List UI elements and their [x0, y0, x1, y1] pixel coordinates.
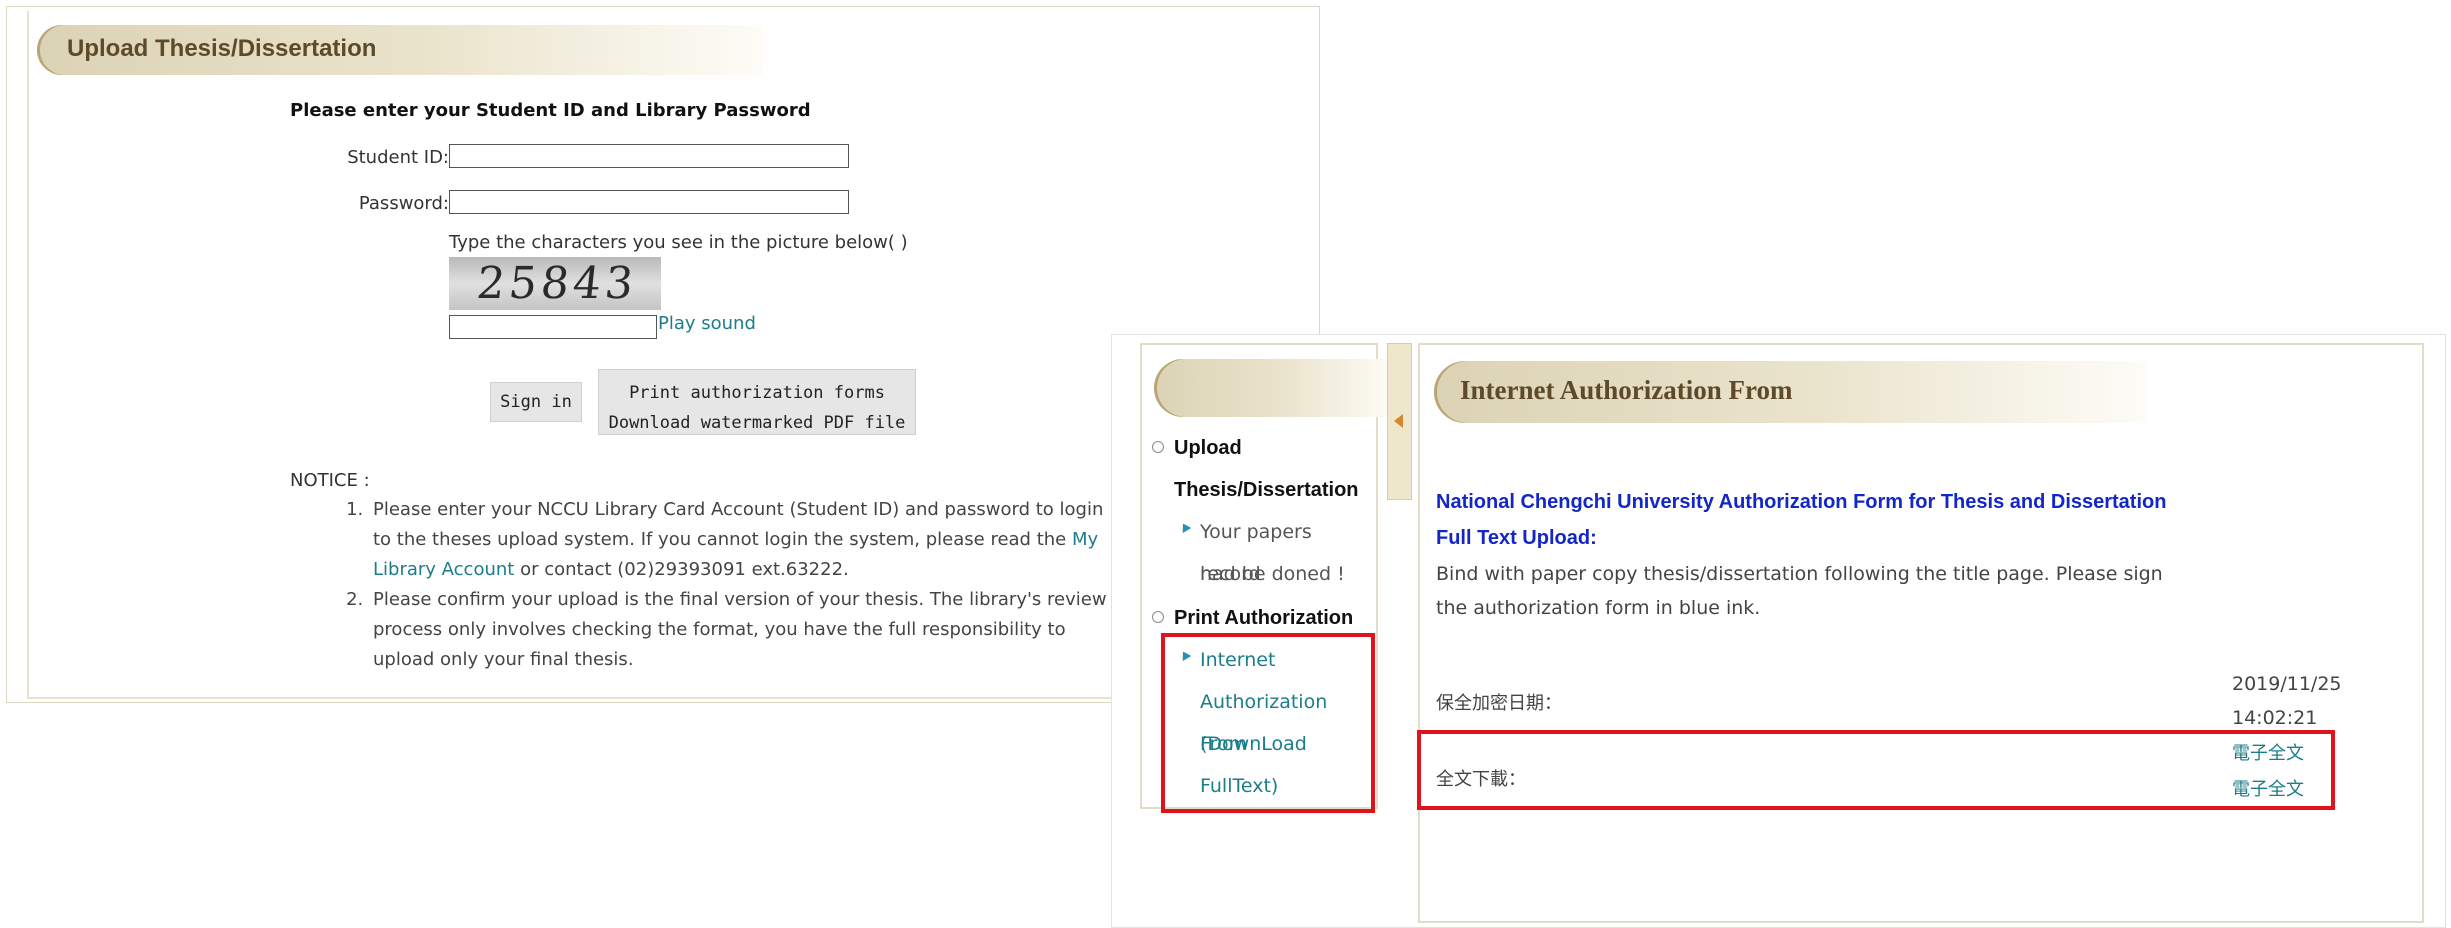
- sidebar-title-bar: [1154, 359, 1394, 417]
- notice-item: Please confirm your upload is the final …: [369, 585, 1109, 675]
- captcha-image: 25843: [449, 257, 661, 310]
- authorization-panel: Upload Thesis/Dissertation Your papers r…: [1111, 334, 2446, 928]
- circle-bullet-icon: [1152, 441, 1164, 453]
- print-forms-label: Print authorization forms: [629, 383, 885, 403]
- arrow-bullet-icon: [1178, 521, 1192, 533]
- password-input[interactable]: [449, 190, 849, 214]
- notice-item: Please enter your NCCU Library Card Acco…: [369, 495, 1109, 585]
- collapse-left-arrow-icon: [1394, 414, 1403, 428]
- sign-in-button[interactable]: Sign in: [490, 382, 582, 422]
- highlight-box: [1417, 730, 2335, 810]
- fulltext-upload-heading: Full Text Upload:: [1436, 527, 1597, 549]
- bind-instructions: Bind with paper copy thesis/dissertation…: [1436, 563, 2163, 619]
- print-authorization-button[interactable]: Print authorization forms Download water…: [598, 369, 916, 435]
- upload-title: Upload Thesis/Dissertation: [67, 35, 377, 62]
- student-id-label: Student ID:: [347, 147, 449, 168]
- download-pdf-label: Download watermarked PDF file: [608, 413, 906, 433]
- authorization-form-title: National Chengchi University Authorizati…: [1436, 491, 2167, 513]
- sidebar-section-upload[interactable]: Thesis/Dissertation: [1174, 469, 1359, 511]
- notice-label: NOTICE :: [290, 470, 370, 491]
- play-sound-link[interactable]: Play sound: [658, 313, 756, 334]
- content-title: Internet Authorization From: [1460, 375, 1793, 405]
- captcha-characters: 25843: [474, 258, 640, 309]
- captcha-prompt: Type the characters you see in the pictu…: [449, 232, 908, 253]
- highlight-box: [1161, 633, 1375, 813]
- captcha-input[interactable]: [449, 315, 657, 339]
- student-id-input[interactable]: [449, 144, 849, 168]
- password-label: Password:: [358, 193, 449, 214]
- encryption-date-label: 保全加密日期：: [1436, 693, 1562, 714]
- authorization-content: Internet Authorization From National Che…: [1418, 343, 2424, 923]
- sidebar-section-upload[interactable]: Upload: [1174, 427, 1242, 469]
- sidebar-item-record: had be doned !: [1200, 563, 1345, 585]
- sidebar-collapse-handle[interactable]: [1387, 343, 1412, 500]
- notice-list: Please enter your NCCU Library Card Acco…: [339, 495, 1109, 675]
- circle-bullet-icon: [1152, 611, 1164, 623]
- login-heading: Please enter your Student ID and Library…: [290, 100, 811, 121]
- encryption-date-value: 2019/11/25 14:02:21: [2232, 673, 2342, 729]
